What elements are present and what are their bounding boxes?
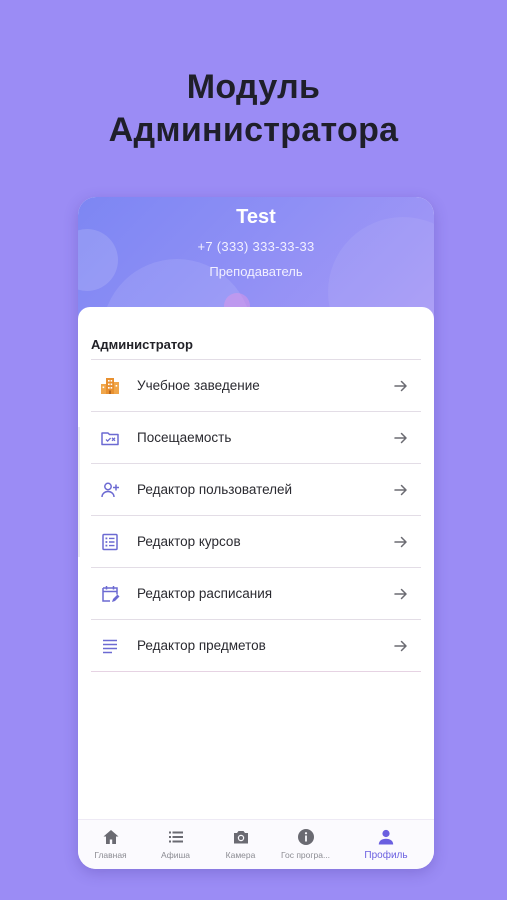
nav-label: Афиша [160,850,191,860]
nav-label: Профиль [364,850,408,861]
menu-item-label: Посещаемость [137,430,232,445]
menu-item-user-editor[interactable]: Редактор пользователей [91,463,421,515]
menu-item-schedule-editor[interactable]: Редактор расписания [91,567,421,619]
arrow-right-icon [391,584,411,604]
promo-title: Модуль Администратора [0,66,507,152]
phone-screen: Test +7 (333) 333-33-33 Преподаватель Ад… [78,197,434,869]
nav-label: Камера [225,850,256,860]
admin-menu: Учебное заведение Посещаемость Редактор … [91,359,421,672]
admin-card: Администратор Учебное заведение Посещаем… [78,307,434,819]
bottom-nav: Главная Афиша Камера Гос програ... Профи… [78,819,434,869]
arrow-right-icon [391,636,411,656]
nav-item-gov-program[interactable]: Гос програ... [273,820,338,869]
poster-list-icon [168,831,183,843]
building-icon [99,375,121,397]
home-icon [103,830,118,844]
nav-item-profile[interactable]: Профиль [338,820,434,869]
menu-item-label: Редактор пользователей [137,482,293,497]
list-icon [99,531,121,553]
arrow-right-icon [391,376,411,396]
subject-lines-icon [99,635,121,657]
nav-item-camera[interactable]: Камера [208,820,273,869]
user-role: Преподаватель [209,264,303,279]
section-title: Администратор [91,337,193,352]
promo-title-line1: Модуль [186,68,321,106]
nav-item-poster[interactable]: Афиша [143,820,208,869]
add-user-icon [99,479,121,501]
menu-item-attendance[interactable]: Посещаемость [91,411,421,463]
menu-item-institution[interactable]: Учебное заведение [91,359,421,411]
attendance-folder-icon [99,427,121,449]
camera-icon [233,831,248,844]
menu-item-course-editor[interactable]: Редактор курсов [91,515,421,567]
promo-title-line2: Администратора [108,111,399,149]
scroll-edge [78,427,80,557]
arrow-right-icon [391,428,411,448]
arrow-right-icon [391,480,411,500]
info-icon [297,829,314,845]
user-name: Test [236,206,276,228]
menu-item-label: Редактор предметов [137,638,266,653]
nav-label: Гос програ... [280,850,331,860]
nav-item-home[interactable]: Главная [78,820,143,869]
calendar-edit-icon [99,583,121,605]
arrow-right-icon [391,532,411,552]
menu-item-label: Редактор курсов [137,534,241,549]
user-phone: +7 (333) 333-33-33 [197,239,315,254]
menu-item-label: Редактор расписания [137,586,273,601]
menu-item-label: Учебное заведение [137,378,260,393]
nav-label: Главная [94,850,127,860]
profile-icon [378,829,394,845]
menu-item-subject-editor[interactable]: Редактор предметов [91,619,421,672]
